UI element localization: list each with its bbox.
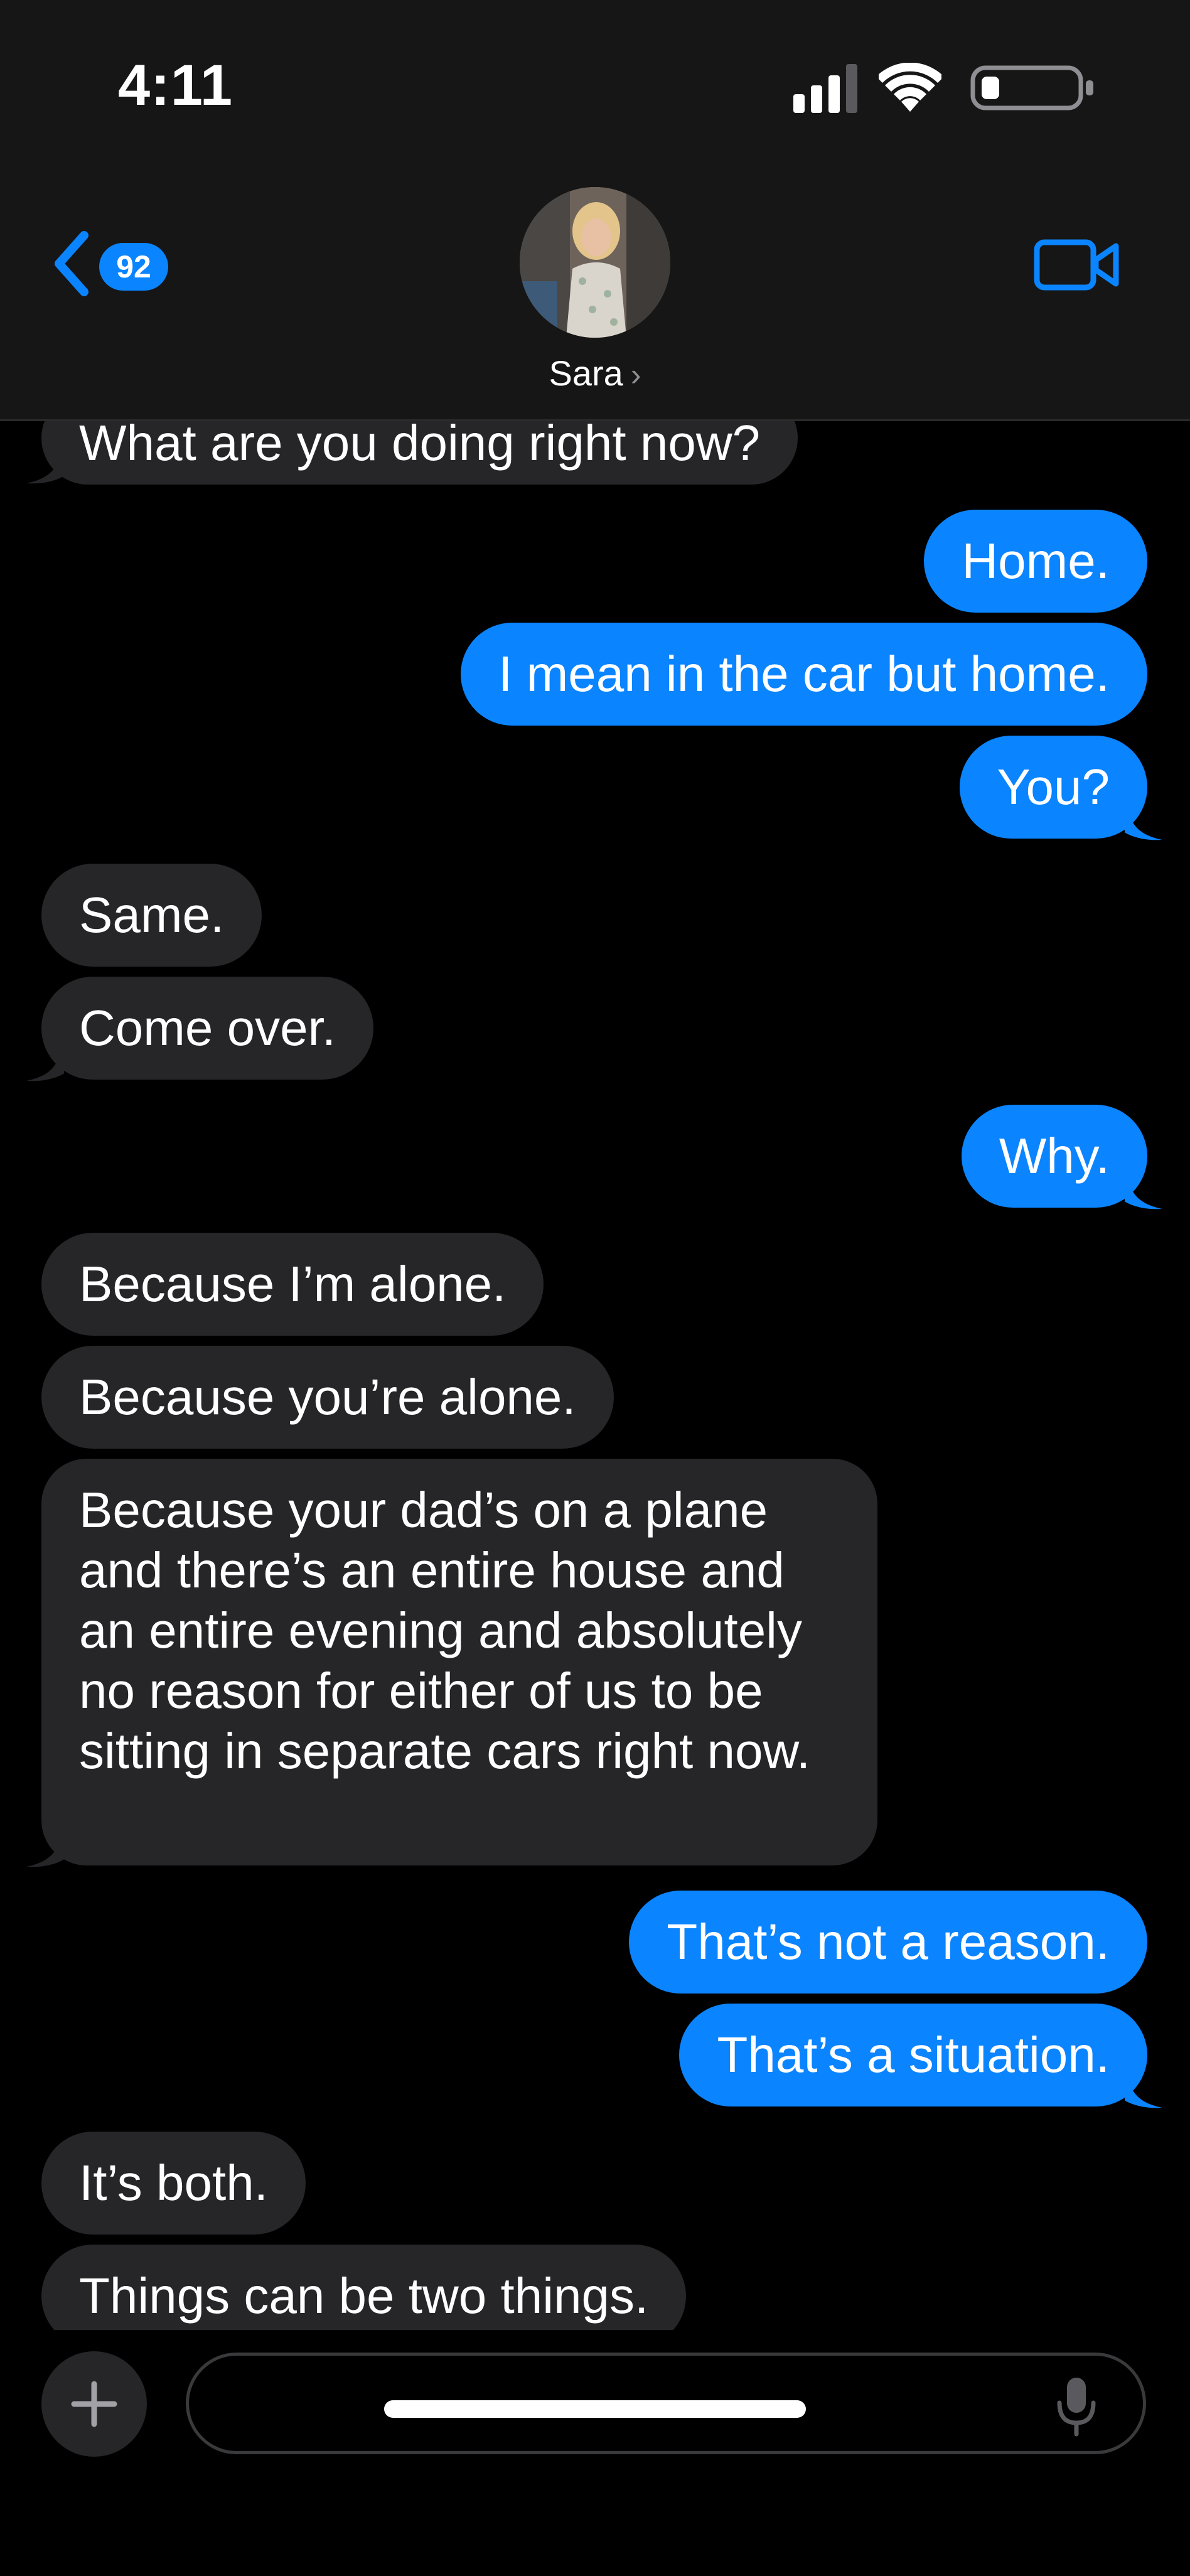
back-button[interactable]: 92 xyxy=(50,229,176,298)
message-incoming[interactable]: Come over. xyxy=(41,977,374,1080)
message-outgoing[interactable]: I mean in the car but home. xyxy=(461,623,1147,726)
bubble-tail-icon xyxy=(1125,2071,1162,2108)
composer-bar xyxy=(0,2330,1190,2576)
wifi-icon xyxy=(879,63,941,112)
plus-button[interactable] xyxy=(41,2351,147,2457)
message-incoming[interactable]: Same. xyxy=(41,864,262,967)
bubble-tail-icon xyxy=(26,1830,64,1867)
message-outgoing[interactable]: That’s a situation. xyxy=(679,2004,1147,2106)
message-outgoing[interactable]: Why. xyxy=(961,1105,1147,1208)
bubble-tail-icon xyxy=(26,1044,64,1081)
contact-name-button[interactable]: Sara › xyxy=(0,353,1190,394)
message-incoming[interactable]: Because you’re alone. xyxy=(41,1346,614,1449)
contact-avatar[interactable] xyxy=(520,187,670,338)
message-outgoing[interactable]: You? xyxy=(959,736,1147,839)
unread-count-badge: 92 xyxy=(99,243,168,291)
video-camera-icon[interactable] xyxy=(1033,233,1121,296)
status-time: 4:11 xyxy=(118,53,233,117)
battery-icon xyxy=(970,65,1093,110)
message-incoming[interactable]: Because I’m alone. xyxy=(41,1233,544,1336)
plus-icon xyxy=(71,2381,117,2427)
chevron-right-icon: › xyxy=(630,357,641,392)
message-outgoing[interactable]: Home. xyxy=(924,510,1147,613)
back-chevron-icon xyxy=(55,231,88,296)
bubble-tail-icon xyxy=(1125,803,1162,840)
bubble-tail-icon xyxy=(26,447,64,484)
message-outgoing[interactable]: That’s not a reason. xyxy=(629,1891,1147,1994)
message-incoming[interactable]: It’s both. xyxy=(41,2132,306,2235)
conversation-header: 4:11 92 Sara › xyxy=(0,0,1190,421)
contact-name: Sara xyxy=(549,353,623,393)
message-incoming[interactable]: Because your dad’s on a plane and there’… xyxy=(41,1459,877,1865)
home-indicator[interactable] xyxy=(384,2400,806,2418)
avatar-photo xyxy=(520,187,670,338)
bubble-tail-icon xyxy=(1125,1173,1162,1210)
signal-icon xyxy=(793,64,857,113)
microphone-icon[interactable] xyxy=(1054,2375,1098,2438)
